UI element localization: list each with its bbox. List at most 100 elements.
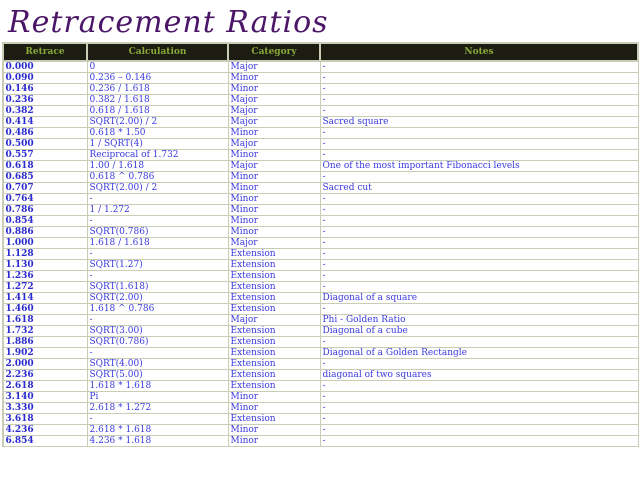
- retrace-cell: 4.236: [2, 424, 88, 436]
- calculation-cell: -: [86, 193, 229, 205]
- category-cell: Extension: [227, 292, 321, 304]
- notes-cell: Diagonal of a cube: [319, 325, 639, 337]
- table-row: 4.236 2.618 * 1.618 Minor -: [2, 424, 639, 436]
- calculation-cell: 4.236 * 1.618: [86, 435, 229, 447]
- retrace-cell: 1.902: [2, 347, 88, 359]
- category-cell: Extension: [227, 259, 321, 271]
- category-cell: Minor: [227, 193, 321, 205]
- category-cell: Major: [227, 138, 321, 150]
- category-cell: Minor: [227, 182, 321, 194]
- table-row: 3.140 Pi Minor -: [2, 391, 639, 403]
- calculation-cell: 0.618 * 1.50: [86, 127, 229, 139]
- category-cell: Extension: [227, 281, 321, 293]
- table-row: 0.486 0.618 * 1.50 Minor -: [2, 127, 639, 139]
- table-row: 0.557 Reciprocal of 1.732 Minor -: [2, 149, 639, 161]
- notes-cell: -: [319, 424, 639, 436]
- calculation-cell: -: [86, 413, 229, 425]
- notes-cell: -: [319, 435, 639, 447]
- table-row: 0.786 1 / 1.272 Minor -: [2, 204, 639, 216]
- category-cell: Extension: [227, 358, 321, 370]
- notes-cell: Phi - Golden Ratio: [319, 314, 639, 326]
- retrace-cell: 1.414: [2, 292, 88, 304]
- notes-cell: Sacred cut: [319, 182, 639, 194]
- table-row: 0.764- Minor -: [2, 193, 639, 205]
- table-row: 1.130 SQRT(1.27) Extension -: [2, 259, 639, 271]
- header-category: Category: [227, 42, 321, 62]
- table-row: 1.460 1.618 ^ 0.786 Extension -: [2, 303, 639, 315]
- table-row: 0.236 0.382 / 1.618 Major -: [2, 94, 639, 106]
- notes-cell: -: [319, 358, 639, 370]
- retrace-cell: 0.707: [2, 182, 88, 194]
- header-calculation: Calculation: [86, 42, 229, 62]
- category-cell: Major: [227, 116, 321, 128]
- table-row: 0.618 1.00 / 1.618 Major One of the most im…: [2, 160, 639, 172]
- category-cell: Major: [227, 60, 321, 73]
- table-row: 1.618- Major Phi - Golden Ratio: [2, 314, 639, 326]
- notes-cell: -: [319, 303, 639, 315]
- retrace-cell: 2.000: [2, 358, 88, 370]
- calculation-cell: 2.618 * 1.272: [86, 402, 229, 414]
- notes-cell: -: [319, 336, 639, 348]
- retrace-cell: 1.130: [2, 259, 88, 271]
- table-row: 0.707 SQRT(2.00) / 2 Minor Sacred cut: [2, 182, 639, 194]
- category-cell: Extension: [227, 270, 321, 282]
- table-row: 1.128- Extension -: [2, 248, 639, 260]
- category-cell: Minor: [227, 402, 321, 414]
- category-cell: Extension: [227, 248, 321, 260]
- calculation-cell: SQRT(4.00): [86, 358, 229, 370]
- calculation-cell: 1 / SQRT(4): [86, 138, 229, 150]
- table-row: 1.902- Extension Diagonal of a Golden Rect…: [2, 347, 639, 359]
- notes-cell: -: [319, 226, 639, 238]
- category-cell: Minor: [227, 127, 321, 139]
- calculation-cell: SQRT(1.618): [86, 281, 229, 293]
- notes-cell: -: [319, 138, 639, 150]
- table-row: 0.146 0.236 / 1.618 Minor -: [2, 83, 639, 95]
- notes-cell: -: [319, 237, 639, 249]
- table-row: 1.886 SQRT(0.786) Extension -: [2, 336, 639, 348]
- notes-cell: Diagonal of a Golden Rectangle: [319, 347, 639, 359]
- ratios-table: Retrace Calculation Category Notes 0.000…: [2, 42, 639, 447]
- calculation-cell: 0.236 / 1.618: [86, 83, 229, 95]
- category-cell: Major: [227, 160, 321, 172]
- calculation-cell: SQRT(0.786): [86, 226, 229, 238]
- category-cell: Minor: [227, 149, 321, 161]
- category-cell: Extension: [227, 380, 321, 392]
- table-row: 2.236 SQRT(5.00) Extension diagonal of two …: [2, 369, 639, 381]
- retrace-cell: 1.236: [2, 270, 88, 282]
- category-cell: Minor: [227, 391, 321, 403]
- retrace-cell: 0.886: [2, 226, 88, 238]
- category-cell: Major: [227, 105, 321, 117]
- calculation-cell: 1.00 / 1.618: [86, 160, 229, 172]
- retrace-cell: 0.786: [2, 204, 88, 216]
- table-row: 2.618 1.618 * 1.618 Extension -: [2, 380, 639, 392]
- retrace-cell: 0.618: [2, 160, 88, 172]
- table-row: 0.000 0 Major -: [2, 60, 639, 73]
- retrace-cell: 1.128: [2, 248, 88, 260]
- notes-cell: -: [319, 204, 639, 216]
- table-row: 2.000 SQRT(4.00) Extension -: [2, 358, 639, 370]
- header-notes: Notes: [319, 42, 639, 62]
- table-row: 1.732 SQRT(3.00) Extension Diagonal of a cu…: [2, 325, 639, 337]
- retrace-cell: 0.557: [2, 149, 88, 161]
- calculation-cell: 1.618 ^ 0.786: [86, 303, 229, 315]
- retrace-cell: 3.618: [2, 413, 88, 425]
- notes-cell: diagonal of two squares: [319, 369, 639, 381]
- notes-cell: -: [319, 259, 639, 271]
- table-row: 0.854- Minor -: [2, 215, 639, 227]
- retrace-cell: 6.854: [2, 435, 88, 447]
- notes-cell: Sacred square: [319, 116, 639, 128]
- calculation-cell: -: [86, 314, 229, 326]
- category-cell: Minor: [227, 72, 321, 84]
- calculation-cell: -: [86, 347, 229, 359]
- table-row: 0.382 0.618 / 1.618 Major -: [2, 105, 639, 117]
- retrace-cell: 1.732: [2, 325, 88, 337]
- calculation-cell: 2.618 * 1.618: [86, 424, 229, 436]
- header-retrace: Retrace: [2, 42, 88, 62]
- retrace-cell: 3.140: [2, 391, 88, 403]
- table-row: 1.000 1.618 / 1.618 Major -: [2, 237, 639, 249]
- calculation-cell: -: [86, 248, 229, 260]
- retrace-cell: 1.886: [2, 336, 88, 348]
- calculation-cell: 0.618 ^ 0.786: [86, 171, 229, 183]
- notes-cell: -: [319, 391, 639, 403]
- calculation-cell: 1.618 / 1.618: [86, 237, 229, 249]
